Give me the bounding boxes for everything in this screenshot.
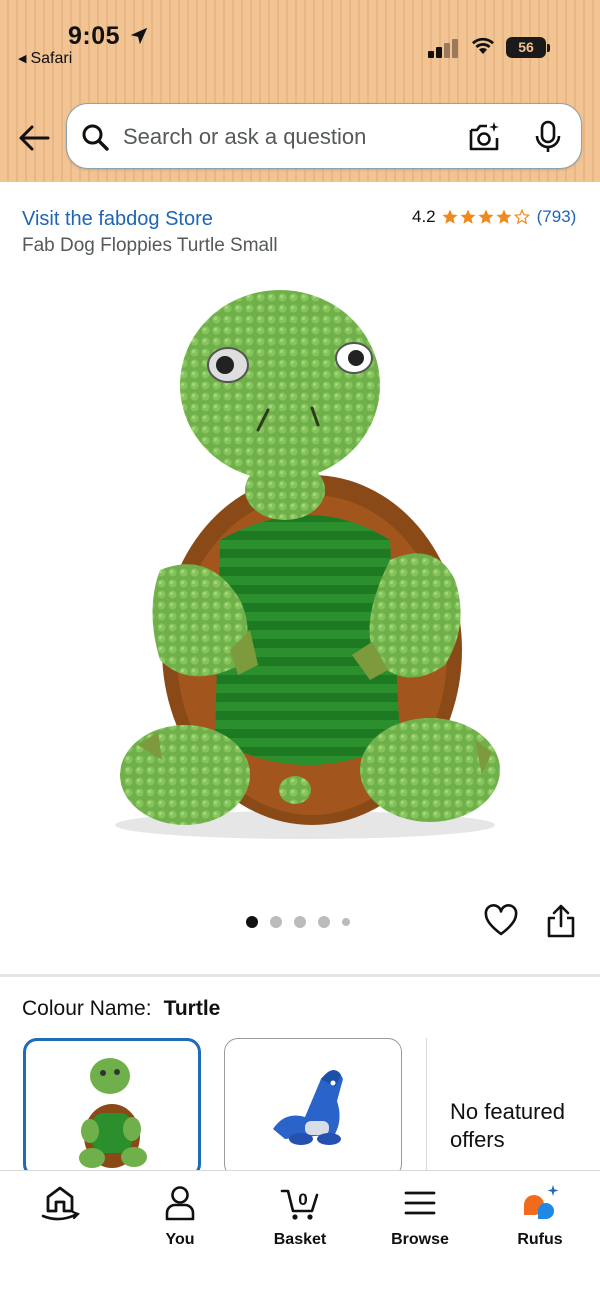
star-full-icon — [496, 209, 512, 224]
nav-home[interactable] — [10, 1183, 110, 1231]
dinosaur-thumbnail — [273, 1070, 343, 1145]
colour-value: Turtle — [163, 997, 221, 1020]
colour-swatch-dinosaur[interactable] — [224, 1038, 402, 1178]
pagination-dot[interactable] — [318, 916, 330, 928]
product-title: Fab Dog Floppies Turtle Small — [22, 235, 278, 256]
nav-rufus[interactable]: Rufus — [490, 1183, 590, 1249]
rating-value: 4.2 — [412, 207, 436, 226]
status-time: 9:05 — [68, 22, 121, 50]
heart-icon[interactable] — [484, 904, 518, 938]
search-bar[interactable] — [66, 103, 582, 169]
star-empty-icon — [513, 208, 530, 225]
back-arrow-icon — [19, 125, 50, 151]
cellular-signal-icon — [428, 39, 458, 58]
star-full-icon — [442, 209, 458, 224]
nav-you-label: You — [165, 1231, 195, 1248]
basket-icon: 0 — [280, 1189, 319, 1220]
share-icon[interactable] — [546, 904, 576, 938]
wifi-icon — [472, 37, 494, 54]
header: 9:05 ◀ Safari 56 — [0, 0, 600, 182]
swatch-divider — [426, 1038, 427, 1170]
section-divider — [0, 974, 600, 977]
basket-count: 0 — [298, 1190, 307, 1209]
rating-summary[interactable]: 4.2 (793) — [412, 207, 576, 227]
nav-browse[interactable]: Browse — [370, 1183, 470, 1249]
pagination-dot-active[interactable] — [246, 916, 258, 928]
menu-icon — [404, 1191, 436, 1215]
home-icon — [41, 1186, 80, 1221]
star-full-icon — [478, 209, 494, 224]
colour-swatch-turtle[interactable] — [23, 1038, 201, 1178]
star-full-icon — [460, 209, 476, 224]
rufus-icon — [524, 1185, 559, 1219]
microphone-icon[interactable] — [533, 120, 563, 154]
image-pagination[interactable] — [246, 916, 362, 928]
rating-count: (793) — [536, 207, 577, 226]
search-icon — [82, 124, 109, 151]
nav-rufus-label: Rufus — [517, 1231, 563, 1248]
turtle-thumbnail — [79, 1058, 147, 1168]
nav-browse-label: Browse — [391, 1231, 449, 1248]
pagination-dot[interactable] — [270, 916, 282, 928]
search-input[interactable] — [123, 120, 453, 154]
camera-search-icon[interactable] — [467, 120, 501, 154]
rating-stars — [441, 208, 531, 226]
back-triangle-icon: ◀ — [18, 53, 27, 65]
location-arrow-icon — [130, 27, 148, 45]
nav-you[interactable]: You — [130, 1183, 230, 1249]
pagination-dot[interactable] — [294, 916, 306, 928]
person-icon — [165, 1186, 195, 1221]
back-to-app-link[interactable]: ◀ Safari — [18, 50, 72, 68]
back-app-label: Safari — [30, 50, 73, 67]
nav-basket-label: Basket — [273, 1231, 327, 1248]
battery-indicator: 56 — [506, 37, 550, 58]
no-featured-offers-text: No featured offers — [450, 1099, 565, 1152]
store-link[interactable]: Visit the fabdog Store — [22, 208, 213, 231]
bottom-navigation: You 0 Basket Browse Rufus — [0, 1170, 600, 1304]
colour-selector-heading: Colour Name: Turtle — [22, 997, 220, 1021]
colour-label: Colour Name: — [22, 997, 152, 1020]
nav-basket[interactable]: 0 Basket — [250, 1183, 350, 1249]
product-image[interactable] — [90, 270, 520, 860]
back-button[interactable] — [14, 118, 54, 158]
pagination-dot[interactable] — [342, 918, 350, 926]
